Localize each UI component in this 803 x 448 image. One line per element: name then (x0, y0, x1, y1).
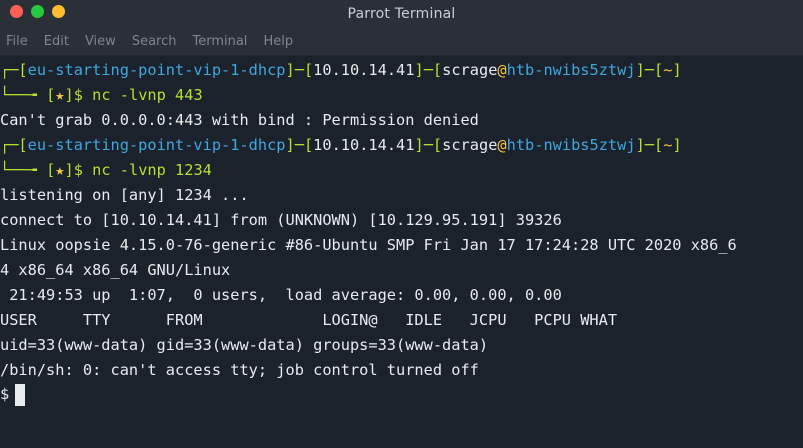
vpn-host-tag: eu-starting-point-vip-1-dhcp (27, 61, 286, 79)
username: scrage (442, 136, 498, 154)
prompt-corner: ┌─ (0, 136, 19, 154)
text-cursor (15, 383, 26, 406)
dash: ─ (294, 61, 304, 79)
prompt-command-1: └──╼ [★]$ nc -lvnp 443 (0, 83, 203, 108)
bracket: ] (414, 136, 424, 154)
dash: ─ (294, 136, 304, 154)
bracket: ] (635, 136, 645, 154)
bracket: [ (303, 136, 314, 154)
hostname: htb-nwibs5ztwj (506, 61, 636, 79)
menu-file[interactable]: File (6, 34, 28, 49)
output-line: uid=33(www-data) gid=33(www-data) groups… (0, 336, 489, 354)
bracket: [ (432, 136, 443, 154)
ip-address: 10.10.14.41 (313, 136, 415, 154)
username: scrage (442, 61, 498, 79)
bracket: ] (672, 136, 682, 154)
shell-prompt-line[interactable]: $ (0, 382, 26, 407)
dash: ─ (423, 61, 433, 79)
at-sign: @ (497, 61, 507, 79)
menu-help[interactable]: Help (263, 34, 293, 49)
dash: ─ (644, 61, 654, 79)
bracket: ] (285, 136, 295, 154)
bracket: [ (303, 61, 314, 79)
menu-view[interactable]: View (85, 34, 116, 49)
output-line: Can't grab 0.0.0.0:443 with bind : Permi… (0, 111, 479, 129)
bracket: [ (18, 61, 28, 79)
terminal-output[interactable]: ┌─[eu-starting-point-vip-1-dhcp]─[10.10.… (0, 56, 803, 448)
bracket: ] (635, 61, 645, 79)
menu-edit[interactable]: Edit (44, 34, 69, 49)
bracket: ] (672, 61, 682, 79)
star-icon: ★ (55, 161, 65, 179)
bracket: [ (18, 136, 28, 154)
output-line: /bin/sh: 0: can't access tty; job contro… (0, 361, 479, 379)
output-line: USER TTY FROM LOGIN@ IDLE JCPU PCPU WHAT (0, 311, 618, 329)
command-text: nc -lvnp 443 (92, 86, 203, 104)
bracket: [ (46, 86, 56, 104)
minimize-window-button[interactable] (52, 5, 65, 18)
bracket: [ (46, 161, 56, 179)
window-controls (10, 5, 65, 18)
maximize-window-button[interactable] (31, 5, 44, 18)
menu-terminal[interactable]: Terminal (192, 34, 247, 49)
prompt-corner: └──╼ (0, 86, 47, 104)
dollar-sign: $ (73, 86, 93, 104)
window-title: Parrot Terminal (347, 6, 456, 22)
menu-search[interactable]: Search (132, 34, 177, 49)
at-sign: @ (497, 136, 507, 154)
bracket: ] (285, 61, 295, 79)
close-window-button[interactable] (10, 5, 23, 18)
output-line: listening on [any] 1234 ... (0, 186, 249, 204)
title-bar: Parrot Terminal (0, 0, 803, 28)
dash: ─ (644, 136, 654, 154)
output-line: connect to [10.10.14.41] from (UNKNOWN) … (0, 211, 562, 229)
star-icon: ★ (55, 86, 65, 104)
shell-prompt: $ (0, 385, 10, 403)
prompt-header-2: ┌─[eu-starting-point-vip-1-dhcp]─[10.10.… (0, 133, 682, 158)
dollar-sign: $ (73, 161, 93, 179)
bracket: ] (64, 86, 74, 104)
hostname: htb-nwibs5ztwj (506, 136, 636, 154)
prompt-corner: └──╼ (0, 161, 47, 179)
prompt-corner: ┌─ (0, 61, 19, 79)
bracket: [ (432, 61, 443, 79)
ip-address: 10.10.14.41 (313, 61, 415, 79)
prompt-header-1: ┌─[eu-starting-point-vip-1-dhcp]─[10.10.… (0, 58, 682, 83)
output-line: Linux oopsie 4.15.0-76-generic #86-Ubunt… (0, 236, 737, 254)
bracket: ] (64, 161, 74, 179)
output-line: 4 x86_64 x86_64 GNU/Linux (0, 261, 231, 279)
dash: ─ (423, 136, 433, 154)
menu-bar: File Edit View Search Terminal Help (0, 28, 803, 56)
bracket: [ (654, 136, 664, 154)
command-text: nc -lvnp 1234 (92, 161, 212, 179)
output-line: 21:49:53 up 1:07, 0 users, load average:… (0, 286, 562, 304)
prompt-command-2: └──╼ [★]$ nc -lvnp 1234 (0, 158, 212, 183)
vpn-host-tag: eu-starting-point-vip-1-dhcp (27, 136, 286, 154)
bracket: [ (654, 61, 664, 79)
bracket: ] (414, 61, 424, 79)
